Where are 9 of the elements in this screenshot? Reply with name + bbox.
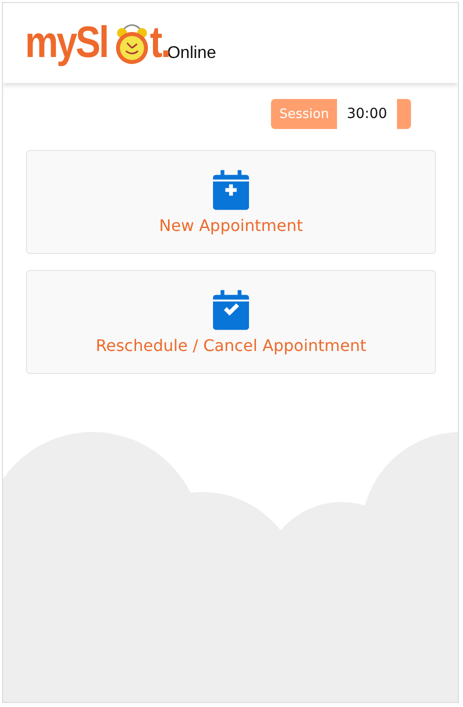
logo-suffix: Online [167,43,216,63]
calendar-plus-icon [213,170,249,210]
session-time: 30:00 [337,99,397,129]
session-label: Session [278,106,330,124]
appointment-card[interactable]: New Appointment [26,150,436,254]
logo-text: t. [150,21,170,65]
logo-text: mySl [25,21,108,65]
calendar-check-icon [213,290,249,330]
appointment-card[interactable]: Reschedule / Cancel Appointment [26,270,436,374]
